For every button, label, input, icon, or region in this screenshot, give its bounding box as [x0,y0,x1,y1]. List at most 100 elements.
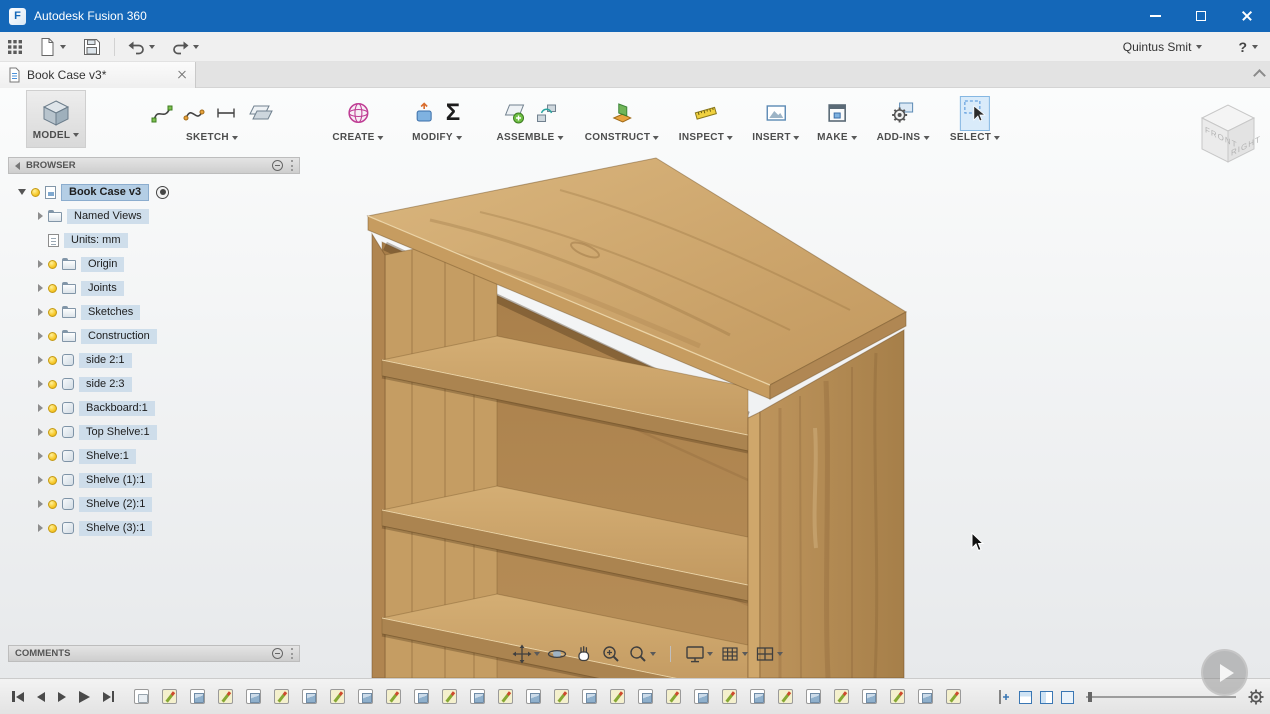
timeline-feature-icon[interactable] [554,689,569,704]
visibility-bulb-icon[interactable] [48,331,57,341]
addins-gear-icon[interactable] [891,101,915,125]
new-component-icon[interactable] [502,102,526,124]
comments-minimize-icon[interactable] [272,648,283,659]
timeline-feature-icon[interactable] [582,689,597,704]
timeline-feature-icon[interactable] [414,689,429,704]
close-button[interactable] [1224,0,1270,32]
comments-panel-header[interactable]: COMMENTS [8,645,300,662]
timeline-feature-icon[interactable] [694,689,709,704]
user-account-button[interactable]: Quintus Smit [1123,40,1192,54]
step-back-button[interactable] [36,691,45,702]
timeline-zoom-slider[interactable] [1086,692,1236,702]
expand-arrow-icon[interactable] [38,428,43,436]
timeline-feature-icon[interactable] [722,689,737,704]
browser-item-label[interactable]: Construction [81,328,157,344]
save-button[interactable] [74,32,110,61]
expand-arrow-icon[interactable] [38,212,43,220]
go-to-end-button[interactable] [102,691,114,702]
browser-item[interactable]: Sketches [8,300,300,324]
document-tab[interactable]: Book Case v3* [0,62,196,88]
browser-item[interactable]: Shelve (2):1 [8,492,300,516]
canvas-image-icon[interactable] [765,102,787,124]
timeline-feature-icon[interactable] [526,689,541,704]
browser-root-item[interactable]: Book Case v3 [8,180,300,204]
expand-arrow-icon[interactable] [38,452,43,460]
browser-item[interactable]: Construction [8,324,300,348]
visibility-bulb-icon[interactable] [48,259,57,269]
browser-item-label[interactable]: Named Views [67,208,149,224]
display-settings-button[interactable] [685,644,713,664]
expand-arrow-icon[interactable] [38,332,43,340]
browser-item-label[interactable]: Backboard:1 [79,400,155,416]
browser-item[interactable]: Shelve (3):1 [8,516,300,540]
sketch-plane-icon[interactable] [247,102,273,124]
expand-arrow-icon[interactable] [38,476,43,484]
browser-item[interactable]: side 2:1 [8,348,300,372]
browser-item[interactable]: Shelve (1):1 [8,468,300,492]
pan-button[interactable] [512,644,540,664]
browser-item-label[interactable]: Shelve (3):1 [79,520,153,536]
help-button[interactable]: ? [1238,39,1247,55]
comments-grip-icon[interactable] [289,648,293,659]
visibility-bulb-icon[interactable] [31,187,40,197]
visibility-bulb-icon[interactable] [48,283,57,293]
browser-item-label[interactable]: Shelve (2):1 [79,496,153,512]
timeline-feature-icon[interactable] [946,689,961,704]
ribbon-group-addins[interactable]: ADD-INS [877,90,930,148]
browser-item[interactable]: Units: mm [8,228,300,252]
ribbon-group-make[interactable]: MAKE [817,90,857,148]
timeline-feature-icon[interactable] [442,689,457,704]
help-caret-icon[interactable] [1252,44,1258,49]
timeline-feature-icon[interactable] [358,689,373,704]
timeline-marker-icon[interactable] [997,689,1011,705]
browser-item-label[interactable]: Shelve (1):1 [79,472,153,488]
app-grid-button[interactable] [0,32,30,61]
visibility-bulb-icon[interactable] [48,427,57,437]
expand-arrow-icon[interactable] [38,356,43,364]
collapse-browser-icon[interactable] [15,161,20,170]
timeline-view-detail-icon[interactable] [1061,690,1074,704]
browser-item-label[interactable]: Units: mm [64,232,128,248]
timeline-feature-icon[interactable] [246,689,261,704]
browser-item-label[interactable]: Shelve:1 [79,448,136,464]
ribbon-group-construct[interactable]: CONSTRUCT [585,90,660,148]
browser-item[interactable]: Shelve:1 [8,444,300,468]
pan-hand-button[interactable] [574,644,594,664]
select-tool-active-tile[interactable] [960,95,990,131]
timeline-feature-icon[interactable] [330,689,345,704]
timeline-feature-icon[interactable] [470,689,485,704]
file-menu-button[interactable] [30,32,74,61]
timeline-feature-icon[interactable] [918,689,933,704]
browser-item[interactable]: Origin [8,252,300,276]
timeline-feature-icon[interactable] [302,689,317,704]
browser-item[interactable]: Top Shelve:1 [8,420,300,444]
ribbon-group-sketch[interactable]: SKETCH [151,90,273,148]
joint-icon[interactable] [536,102,558,124]
visibility-bulb-icon[interactable] [48,451,57,461]
create-form-icon[interactable] [346,101,370,125]
step-forward-button[interactable] [57,691,66,702]
minimize-button[interactable] [1132,0,1178,32]
timeline-feature-icon[interactable] [806,689,821,704]
timeline-feature-icon[interactable] [134,689,149,704]
expand-arrow-icon[interactable] [38,380,43,388]
timeline-view-simple-icon[interactable] [1019,690,1032,704]
3d-print-icon[interactable] [826,102,848,124]
expand-arrow-icon[interactable] [18,189,26,195]
browser-minimize-icon[interactable] [272,160,283,171]
undo-button[interactable] [119,32,163,61]
workspace-selector[interactable]: MODEL [26,90,86,148]
timeline-feature-icon[interactable] [750,689,765,704]
viewports-button[interactable] [755,644,783,664]
ribbon-group-inspect[interactable]: INSPECT [679,90,734,148]
ribbon-group-modify[interactable]: Σ MODIFY [412,90,462,148]
timeline-feature-icon[interactable] [666,689,681,704]
measure-icon[interactable] [694,102,718,124]
browser-grip-icon[interactable] [289,160,293,171]
redo-button[interactable] [163,32,207,61]
expand-arrow-icon[interactable] [38,260,43,268]
timeline-feature-icon[interactable] [386,689,401,704]
collapse-toolbar-chevron-icon[interactable] [1253,69,1266,82]
browser-item[interactable]: side 2:3 [8,372,300,396]
browser-item-label[interactable]: side 2:1 [79,352,132,368]
